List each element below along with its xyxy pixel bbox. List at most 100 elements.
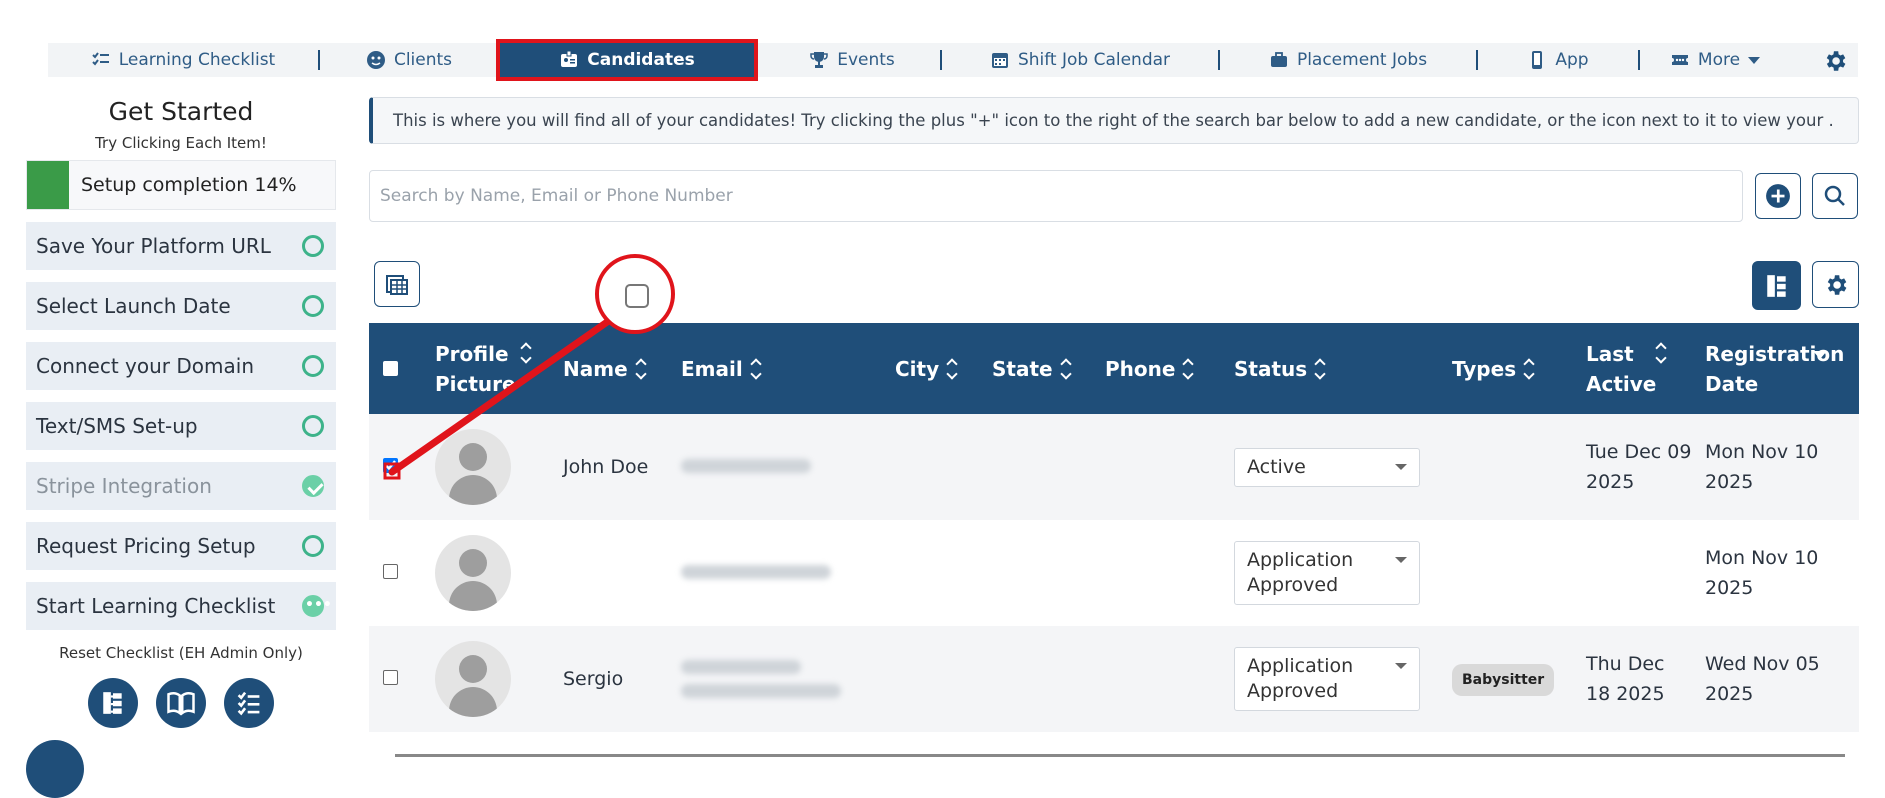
nav-candidates[interactable]: Candidates: [496, 39, 758, 81]
nav-label: Learning Checklist: [118, 50, 276, 70]
checklist-item-pricing[interactable]: Request Pricing Setup: [26, 522, 336, 570]
caret-down-icon: [1395, 464, 1407, 470]
checklist-item-label: Stripe Integration: [36, 474, 212, 498]
table-settings-button[interactable]: [1812, 261, 1859, 308]
cell-email: [675, 520, 889, 626]
nav-events[interactable]: Events: [764, 43, 940, 77]
header-label: Registration Date: [1705, 341, 1845, 396]
checklist-item-stripe[interactable]: Stripe Integration: [26, 462, 336, 510]
reset-checklist-link[interactable]: Reset Checklist (EH Admin Only): [26, 644, 336, 662]
nav-learning-checklist[interactable]: Learning Checklist: [48, 43, 318, 77]
header-label: Last Active: [1586, 341, 1657, 396]
cell-city: [889, 520, 986, 626]
plus-circle-icon: [1766, 184, 1790, 208]
calendar-icon: [991, 53, 1008, 68]
sort-icon: [751, 359, 763, 381]
cell-last-active: [1580, 520, 1699, 626]
progress-label: Setup completion 14%: [81, 174, 297, 196]
setup-progress-bar: Setup completion 14%: [26, 160, 336, 210]
col-profile-picture[interactable]: Profile Picture: [429, 323, 557, 414]
nav-shift-job-calendar[interactable]: Shift Job Calendar: [942, 43, 1218, 77]
checklist-item-sms[interactable]: Text/SMS Set-up: [26, 402, 336, 450]
sort-icon: [1183, 359, 1195, 381]
row-checkbox[interactable]: [383, 458, 398, 473]
nav-more-dropdown[interactable]: More: [1640, 43, 1790, 77]
checkbox-magnified-icon: [625, 284, 649, 308]
col-email[interactable]: Email: [675, 323, 889, 414]
sidebar-subtitle: Try Clicking Each Item!: [95, 134, 267, 152]
export-spreadsheet-button[interactable]: [374, 261, 420, 307]
sidebar-title: Get Started: [108, 97, 254, 126]
col-types[interactable]: Types: [1446, 323, 1580, 414]
nav-label: Clients: [393, 50, 453, 70]
cell-last-active: Thu Dec 18 2025: [1586, 653, 1665, 705]
col-registration-date[interactable]: Registration Date: [1699, 323, 1859, 414]
row-checkbox[interactable]: [383, 564, 398, 579]
chat-widget-button[interactable]: [26, 740, 84, 798]
avatar: [435, 641, 511, 717]
add-candidate-button[interactable]: [1755, 173, 1801, 219]
status-select[interactable]: Application Approved: [1234, 647, 1420, 711]
checklist-icon: [92, 52, 109, 66]
sort-icon: [1061, 359, 1073, 381]
checklist-item-domain[interactable]: Connect your Domain: [26, 342, 336, 390]
check-circle-icon: [302, 475, 324, 497]
candidate-search-input[interactable]: [369, 170, 1743, 222]
row-checkbox[interactable]: [383, 670, 398, 685]
nav-label: Shift Job Calendar: [1017, 50, 1171, 70]
sort-icon: [636, 359, 648, 381]
cell-name: John Doe: [563, 456, 649, 478]
nav-placement-jobs[interactable]: Placement Jobs: [1220, 43, 1476, 77]
status-select[interactable]: Active: [1234, 447, 1420, 487]
ticket-icon: [1671, 55, 1688, 65]
col-state[interactable]: State: [986, 323, 1099, 414]
cell-last-active: Tue Dec 09 2025: [1586, 441, 1692, 493]
cell-registration-date: Mon Nov 10 2025: [1705, 547, 1819, 599]
empty-circle-icon: [302, 235, 324, 257]
select-all-checkbox[interactable]: [383, 360, 398, 376]
gear-icon[interactable]: [1822, 48, 1848, 74]
sort-icon: [1524, 359, 1536, 381]
header-label: Email: [681, 356, 743, 381]
avatar: [435, 429, 511, 505]
status-select[interactable]: Application Approved: [1234, 541, 1420, 605]
user-circle-icon: [366, 51, 385, 69]
col-city[interactable]: City: [889, 323, 986, 414]
col-status[interactable]: Status: [1228, 323, 1446, 414]
caret-down-icon: [1395, 557, 1407, 563]
col-last-active[interactable]: Last Active: [1580, 323, 1699, 414]
table-row[interactable]: Application Approved Mon Nov 10 2025: [369, 520, 1859, 626]
checklist-item-launch-date[interactable]: Select Launch Date: [26, 282, 336, 330]
header-label: Types: [1452, 356, 1517, 381]
table-row[interactable]: John Doe Active Tue Dec 09 2025 Mon Nov …: [369, 414, 1859, 520]
checklist-item-platform-url[interactable]: Save Your Platform URL: [26, 222, 336, 270]
book-button[interactable]: [156, 678, 206, 728]
open-book-icon: [167, 692, 195, 716]
col-name[interactable]: Name: [557, 323, 675, 414]
table-row[interactable]: Sergio Application Approved Babysitter T…: [369, 626, 1859, 732]
get-started-sidebar: Get Started Try Clicking Each Item! Setu…: [26, 95, 336, 728]
empty-circle-icon: [302, 355, 324, 377]
status-value: Application Approved: [1247, 655, 1354, 702]
nav-app[interactable]: App: [1478, 43, 1638, 77]
gear-icon: [1827, 274, 1846, 295]
hierarchy-view-button[interactable]: [1752, 261, 1801, 310]
cell-registration-date: Mon Nov 10 2025: [1705, 441, 1819, 493]
checklist-item-learning[interactable]: Start Learning Checklist •••: [26, 582, 336, 630]
trophy-icon: [810, 52, 828, 68]
nav-label: Candidates: [587, 50, 695, 70]
search-button[interactable]: [1812, 173, 1858, 219]
cell-name: Sergio: [563, 668, 624, 690]
status-value: Application Approved: [1247, 549, 1354, 596]
progress-fill: [27, 161, 69, 209]
nav-label: App: [1555, 50, 1589, 70]
col-phone[interactable]: Phone: [1099, 323, 1228, 414]
header-label: Status: [1234, 356, 1308, 381]
table-header-row: Profile Picture Name Email City State Ph…: [369, 323, 1859, 414]
checklist-button[interactable]: [224, 678, 274, 728]
cell-email: [675, 626, 889, 732]
cell-name: [557, 520, 675, 626]
sitemap-button[interactable]: [88, 678, 138, 728]
nav-label: Events: [837, 50, 895, 70]
nav-clients[interactable]: Clients: [320, 43, 498, 77]
